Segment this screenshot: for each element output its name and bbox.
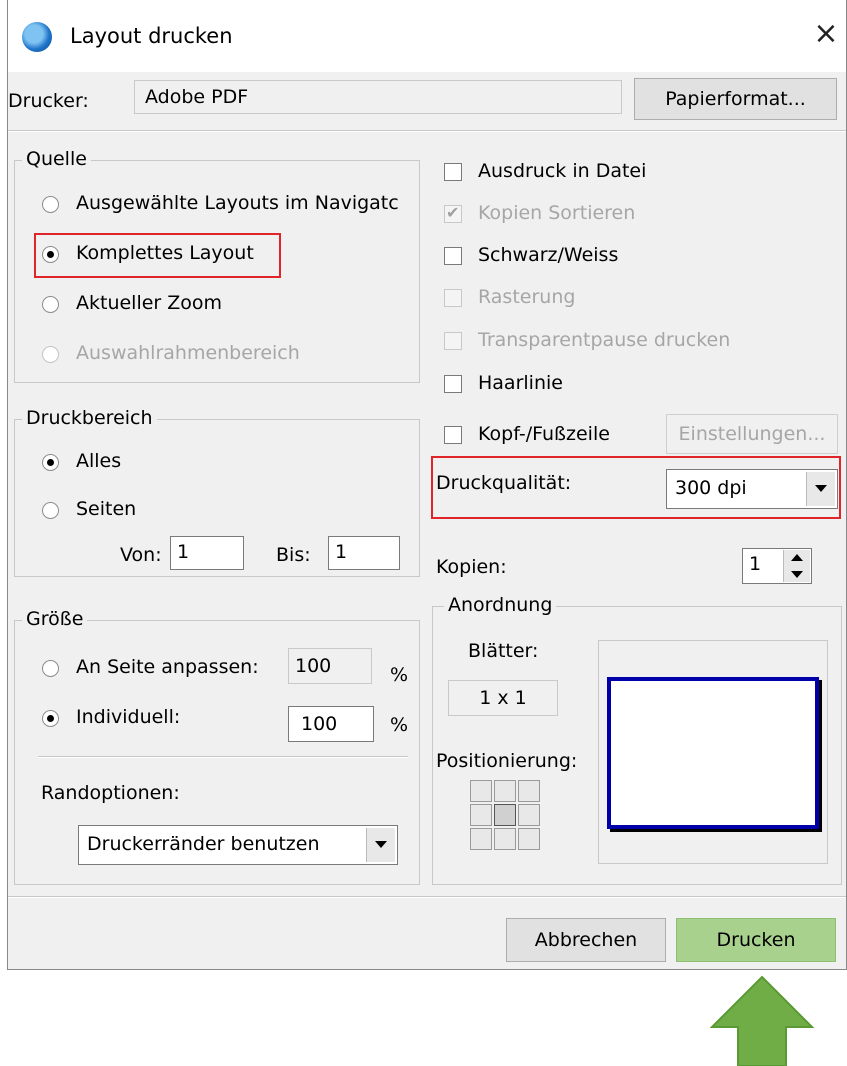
margins-select[interactable]: Druckerränder benutzen bbox=[78, 825, 398, 865]
select-value: 300 dpi bbox=[675, 477, 747, 499]
sheets-value: 1 x 1 bbox=[448, 680, 558, 716]
select-value: Druckerränder benutzen bbox=[87, 833, 320, 855]
position-cell[interactable] bbox=[518, 804, 540, 826]
radio-label: Seiten bbox=[76, 498, 137, 520]
close-button[interactable]: × bbox=[808, 14, 844, 54]
highlight-complete-layout bbox=[34, 233, 281, 278]
separator bbox=[38, 756, 408, 758]
sheets-label: Blätter: bbox=[468, 640, 539, 662]
checkbox-print-to-file[interactable] bbox=[444, 163, 462, 181]
option-print-to-file[interactable]: Ausdruck in Datei bbox=[440, 158, 740, 190]
checkbox-raster bbox=[444, 289, 462, 307]
source-option-current-zoom[interactable]: Aktueller Zoom bbox=[14, 288, 314, 322]
positioning-label: Positionierung: bbox=[436, 750, 578, 772]
radio-custom[interactable] bbox=[42, 710, 59, 727]
from-label: Von: bbox=[120, 544, 162, 566]
percent-label: % bbox=[390, 714, 409, 736]
print-button[interactable]: Drucken bbox=[676, 918, 836, 962]
position-cell[interactable] bbox=[470, 780, 492, 802]
checkbox-label: Ausdruck in Datei bbox=[478, 160, 647, 182]
checkbox-label: Haarlinie bbox=[478, 372, 563, 394]
print-quality-label: Druckqualität: bbox=[436, 472, 572, 494]
radio-fit-page[interactable] bbox=[42, 660, 59, 677]
radio-label: Alles bbox=[76, 450, 122, 472]
printer-label: Drucker: bbox=[8, 90, 89, 112]
print-layout-dialog: Layout drucken × Drucker: Adobe PDF Papi… bbox=[7, 0, 847, 970]
chevron-down-icon[interactable] bbox=[366, 828, 395, 862]
separator bbox=[8, 130, 846, 132]
option-black-white[interactable]: Schwarz/Weiss bbox=[440, 242, 740, 274]
checkbox-label: Schwarz/Weiss bbox=[478, 244, 619, 266]
radio-current-zoom[interactable] bbox=[42, 296, 59, 313]
radio-selection-frame bbox=[42, 346, 59, 363]
option-raster: Rasterung bbox=[440, 284, 740, 316]
settings-button: Einstellungen... bbox=[666, 414, 838, 454]
checkbox-label: Transparentpause drucken bbox=[478, 329, 731, 351]
radio-label: Aktueller Zoom bbox=[76, 292, 223, 314]
checkmark-icon: ✔ bbox=[446, 203, 460, 222]
option-header-footer[interactable]: Kopf-/Fußzeile bbox=[440, 421, 660, 453]
position-cell[interactable] bbox=[494, 828, 516, 850]
position-cell[interactable] bbox=[518, 828, 540, 850]
radio-selected-layouts[interactable] bbox=[42, 196, 59, 213]
checkbox-label: Kopf-/Fußzeile bbox=[478, 423, 610, 445]
copies-spinner[interactable]: 1 bbox=[742, 548, 812, 584]
checkbox-label: Kopien Sortieren bbox=[478, 202, 636, 224]
source-legend: Quelle bbox=[22, 148, 91, 170]
source-option-selection-frame: Auswahlrahmenbereich bbox=[14, 338, 354, 372]
to-label: Bis: bbox=[276, 544, 311, 566]
radio-label: Auswahlrahmenbereich bbox=[76, 342, 300, 364]
size-option-custom[interactable]: Individuell: bbox=[14, 702, 284, 736]
range-option-pages[interactable]: Seiten bbox=[14, 494, 214, 528]
checkbox-hairline[interactable] bbox=[444, 375, 462, 393]
separator bbox=[8, 896, 846, 898]
title-bar: Layout drucken × bbox=[8, 0, 846, 72]
checkbox-transparent bbox=[444, 332, 462, 350]
print-quality-select[interactable]: 300 dpi bbox=[666, 469, 838, 509]
app-logo-icon bbox=[22, 22, 52, 52]
checkbox-header-footer[interactable] bbox=[444, 426, 462, 444]
position-cell[interactable] bbox=[518, 780, 540, 802]
arrangement-legend: Anordnung bbox=[444, 594, 557, 616]
copies-value: 1 bbox=[749, 553, 762, 575]
checkbox-black-white[interactable] bbox=[444, 247, 462, 265]
radio-label: Individuell: bbox=[76, 706, 181, 728]
page-preview-frame bbox=[598, 640, 828, 864]
from-input[interactable]: 1 bbox=[170, 536, 244, 570]
margins-label: Randoptionen: bbox=[41, 782, 180, 804]
cancel-button[interactable]: Abbrechen bbox=[506, 918, 666, 962]
option-collate: ✔ Kopien Sortieren bbox=[440, 200, 740, 232]
percent-label: % bbox=[390, 664, 409, 686]
size-legend: Größe bbox=[22, 608, 88, 630]
paper-format-button[interactable]: Papierformat... bbox=[634, 78, 837, 120]
option-hairline[interactable]: Haarlinie bbox=[440, 370, 740, 402]
page-preview bbox=[607, 677, 819, 829]
position-cell[interactable] bbox=[470, 828, 492, 850]
spin-up-icon[interactable] bbox=[783, 550, 810, 566]
radio-pages[interactable] bbox=[42, 502, 59, 519]
spin-down-icon[interactable] bbox=[783, 566, 810, 582]
chevron-down-icon[interactable] bbox=[806, 472, 835, 506]
checkbox-collate: ✔ bbox=[444, 203, 462, 223]
position-cell-selected[interactable] bbox=[494, 804, 516, 826]
position-cell[interactable] bbox=[494, 780, 516, 802]
option-transparent: Transparentpause drucken bbox=[440, 327, 780, 359]
arrow-up-icon bbox=[709, 975, 815, 1066]
position-cell[interactable] bbox=[470, 804, 492, 826]
fit-page-value: 100 bbox=[288, 648, 372, 684]
checkbox-label: Rasterung bbox=[478, 286, 576, 308]
printer-name-field: Adobe PDF bbox=[134, 80, 622, 114]
radio-label: Ausgewählte Layouts im Navigatc bbox=[76, 192, 399, 214]
radio-all[interactable] bbox=[42, 454, 59, 471]
range-option-all[interactable]: Alles bbox=[14, 446, 214, 480]
custom-size-input[interactable]: 100 bbox=[288, 706, 374, 742]
positioning-grid[interactable] bbox=[470, 780, 542, 852]
size-option-fit[interactable]: An Seite anpassen: bbox=[14, 652, 284, 686]
source-option-selected-layouts[interactable]: Ausgewählte Layouts im Navigatc bbox=[14, 188, 418, 222]
copies-label: Kopien: bbox=[436, 556, 507, 578]
print-range-legend: Druckbereich bbox=[22, 407, 157, 429]
radio-label: An Seite anpassen: bbox=[76, 656, 259, 678]
to-input[interactable]: 1 bbox=[328, 536, 400, 570]
window-title: Layout drucken bbox=[70, 24, 233, 48]
